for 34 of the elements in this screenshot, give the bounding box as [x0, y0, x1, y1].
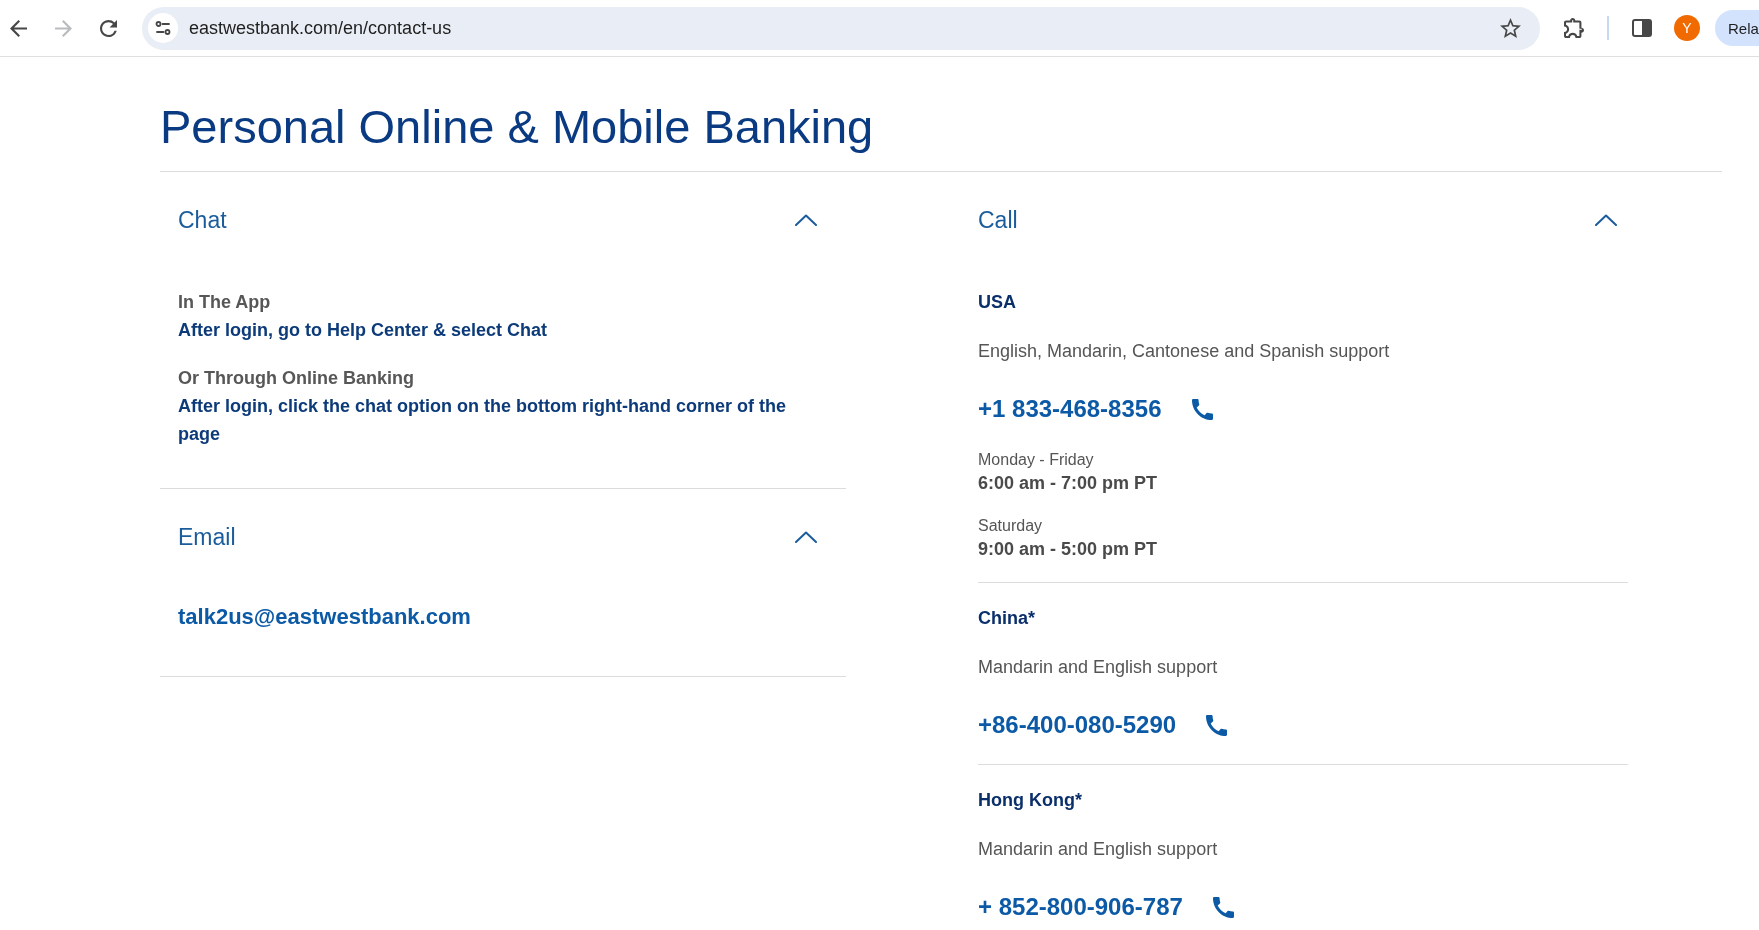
arrow-right-icon — [54, 19, 72, 37]
toolbar-action-button[interactable]: Rela — [1715, 10, 1759, 46]
phone-link[interactable]: +1 833-468-8356 — [978, 391, 1213, 427]
arrow-left-icon — [9, 19, 27, 37]
region-name: USA — [978, 291, 1017, 314]
method-label: Or Through Online Banking — [178, 367, 415, 390]
support-languages: Mandarin and English support — [978, 838, 1219, 861]
hours-days: Saturday — [978, 515, 1628, 537]
star-icon[interactable] — [1500, 18, 1521, 38]
sliders-icon[interactable] — [148, 13, 178, 43]
page-title: Personal Online & Mobile Banking — [160, 99, 875, 155]
hours-days: Monday - Friday — [978, 449, 1628, 471]
accordion-toggle[interactable]: Call — [978, 202, 1628, 238]
instruction-text: After login, go to Help Center & select Chat — [178, 319, 549, 342]
phone-link[interactable]: + 852-800-906-787 — [978, 889, 1234, 925]
side-panel-icon — [1632, 19, 1652, 37]
address-bar[interactable]: eastwestbank.com/en/contact-us — [142, 6, 1540, 50]
email-link[interactable]: talk2us@eastwestbank.com — [178, 601, 471, 633]
reload-icon — [99, 19, 117, 37]
hours-time: 9:00 am - 5:00 pm PT — [978, 538, 1159, 561]
puzzle-piece-icon — [1564, 18, 1584, 38]
phone-icon — [1212, 896, 1234, 918]
phone-icon — [1206, 714, 1228, 736]
method-label: In The App — [178, 291, 272, 314]
region-name: China* — [978, 607, 1036, 630]
support-languages: English, Mandarin, Cantonese and Spanish support — [978, 340, 1391, 363]
region-name: Hong Kong* — [978, 789, 1083, 812]
accordion-toggle[interactable]: Chat — [160, 202, 846, 238]
phone-link[interactable]: +86-400-080-5290 — [978, 707, 1228, 743]
hours-time: 6:00 am - 7:00 pm PT — [978, 472, 1159, 495]
instruction-text: After login, click the chat option on the bottom right-hand corner of the page — [178, 395, 787, 446]
accordion-toggle[interactable]: Email — [160, 519, 846, 555]
phone-icon — [1191, 398, 1213, 420]
support-languages: Mandarin and English support — [978, 656, 1219, 679]
